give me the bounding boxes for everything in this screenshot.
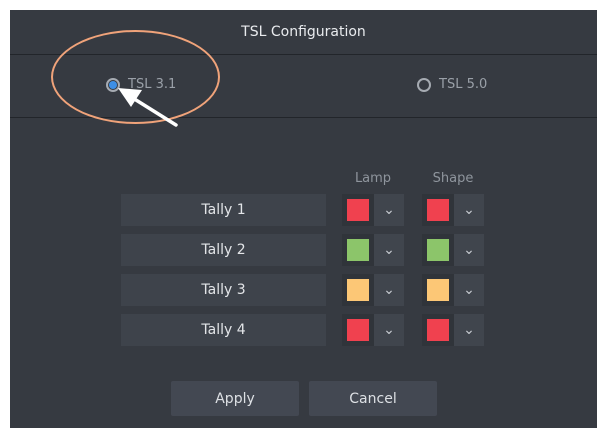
color-swatch <box>347 199 369 221</box>
color-swatch-wrap <box>342 234 374 266</box>
radio-tsl-3-1[interactable]: TSL 3.1 <box>106 77 176 92</box>
chevron-down-icon[interactable]: ⌄ <box>454 234 484 266</box>
tally-label: Tally 1 <box>201 202 246 218</box>
column-header-lamp: Lamp <box>354 171 392 186</box>
shape-color-picker[interactable]: ⌄ <box>422 274 484 306</box>
radio-label-tsl-5-0: TSL 5.0 <box>439 77 488 92</box>
shape-color-picker[interactable]: ⌄ <box>422 314 484 346</box>
lamp-color-picker[interactable]: ⌄ <box>342 234 404 266</box>
tally-name-field: Tally 3 <box>121 274 326 306</box>
color-swatch-wrap <box>422 274 454 306</box>
color-swatch <box>347 279 369 301</box>
tally-label: Tally 4 <box>201 322 246 338</box>
chevron-down-icon[interactable]: ⌄ <box>374 314 404 346</box>
tally-name-field: Tally 4 <box>121 314 326 346</box>
color-swatch-wrap <box>422 314 454 346</box>
tsl-config-dialog: TSL Configuration TSL 3.1 TSL 5.0 Lamp S… <box>10 10 597 428</box>
lamp-color-picker[interactable]: ⌄ <box>342 194 404 226</box>
dialog-title: TSL Configuration <box>241 24 366 40</box>
cancel-button[interactable]: Cancel <box>309 381 437 416</box>
column-header-shape: Shape <box>432 171 474 186</box>
tally-name-field: Tally 2 <box>121 234 326 266</box>
color-swatch-wrap <box>422 194 454 226</box>
radio-tsl-5-0[interactable]: TSL 5.0 <box>417 77 487 92</box>
color-swatch <box>427 279 449 301</box>
chevron-down-icon[interactable]: ⌄ <box>454 314 484 346</box>
chevron-down-icon[interactable]: ⌄ <box>374 234 404 266</box>
color-swatch-wrap <box>342 274 374 306</box>
tally-label: Tally 3 <box>201 282 246 298</box>
shape-color-picker[interactable]: ⌄ <box>422 194 484 226</box>
radio-selected-icon <box>106 77 120 92</box>
chevron-down-icon[interactable]: ⌄ <box>374 194 404 226</box>
color-swatch <box>427 319 449 341</box>
chevron-down-icon[interactable]: ⌄ <box>454 194 484 226</box>
color-swatch-wrap <box>342 194 374 226</box>
color-swatch-wrap <box>342 314 374 346</box>
color-swatch <box>427 239 449 261</box>
color-swatch <box>347 239 369 261</box>
color-swatch <box>347 319 369 341</box>
tally-label: Tally 2 <box>201 242 246 258</box>
shape-color-picker[interactable]: ⌄ <box>422 234 484 266</box>
apply-button[interactable]: Apply <box>171 381 299 416</box>
radio-unselected-icon <box>417 77 431 92</box>
chevron-down-icon[interactable]: ⌄ <box>454 274 484 306</box>
lamp-color-picker[interactable]: ⌄ <box>342 314 404 346</box>
color-swatch <box>427 199 449 221</box>
lamp-color-picker[interactable]: ⌄ <box>342 274 404 306</box>
dialog-titlebar: TSL Configuration <box>10 10 597 55</box>
radio-label-tsl-3-1: TSL 3.1 <box>128 77 177 92</box>
tally-name-field: Tally 1 <box>121 194 326 226</box>
protocol-selector: TSL 3.1 TSL 5.0 <box>10 55 597 118</box>
color-swatch-wrap <box>422 234 454 266</box>
chevron-down-icon[interactable]: ⌄ <box>374 274 404 306</box>
